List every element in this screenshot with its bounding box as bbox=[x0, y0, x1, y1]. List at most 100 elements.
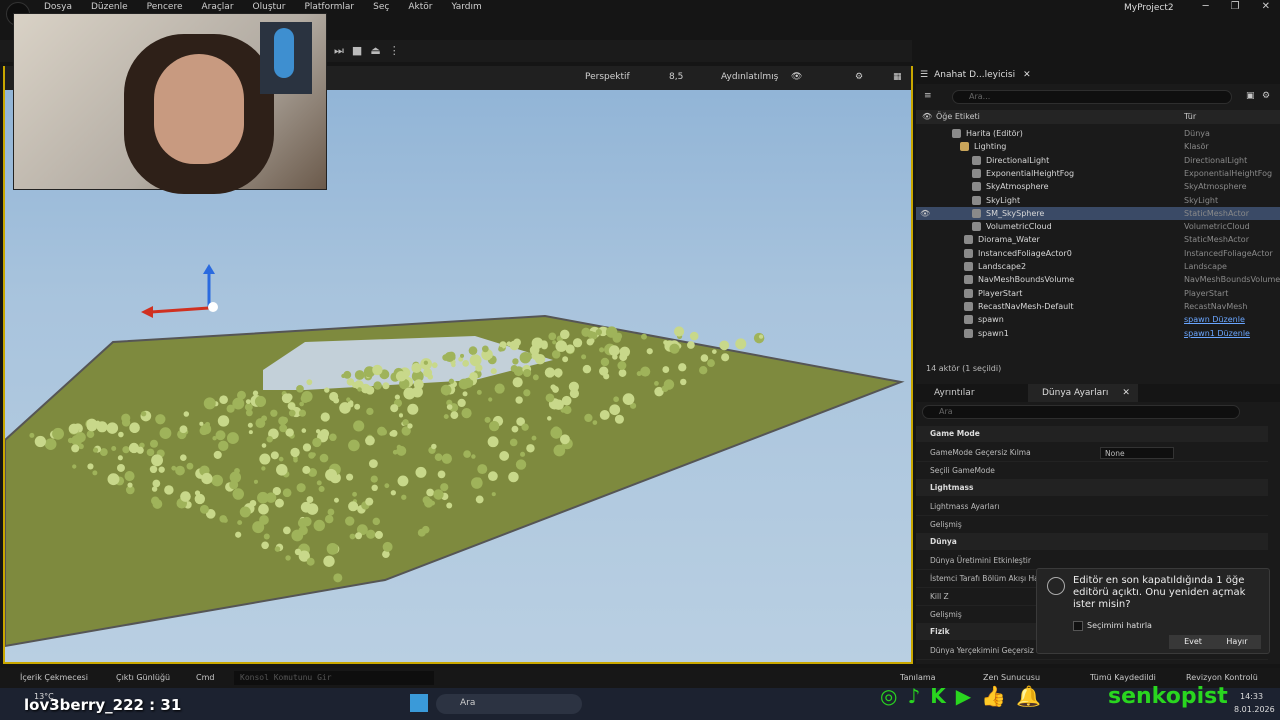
menu-item[interactable]: Araçlar bbox=[201, 2, 233, 12]
clock-time[interactable]: 14:33 bbox=[1240, 692, 1263, 701]
outliner-row-name: VolumetricCloud bbox=[986, 222, 1052, 232]
zen-server-button[interactable]: Zen Sunucusu bbox=[983, 673, 1040, 682]
settings-icon[interactable]: ⚙ bbox=[1262, 91, 1270, 101]
outliner-row[interactable]: SkyLight SkyLight bbox=[916, 194, 1280, 207]
tree bbox=[552, 340, 557, 345]
menu-item[interactable]: Yardım bbox=[451, 2, 481, 12]
details-property[interactable]: GameMode Geçersiz Kılma None bbox=[916, 444, 1268, 462]
tree bbox=[261, 541, 269, 550]
cmd-dropdown[interactable]: Cmd bbox=[196, 673, 214, 682]
outliner-row[interactable]: InstancedFoliageActor0 InstancedFoliageAc… bbox=[916, 247, 1280, 260]
tree bbox=[306, 379, 313, 386]
outliner-row[interactable]: Harita (Editör) Dünya bbox=[916, 127, 1280, 140]
menu-item[interactable]: Seç bbox=[373, 2, 389, 12]
remember-checkbox[interactable] bbox=[1073, 621, 1083, 631]
tree bbox=[519, 351, 532, 364]
revision-control-button[interactable]: Revizyon Kontrolü bbox=[1186, 673, 1258, 682]
outliner-row-type[interactable]: spawn Düzenle bbox=[1184, 313, 1245, 326]
outliner-row[interactable]: SM_SkySphere StaticMeshActor 👁 bbox=[916, 206, 1280, 220]
folder-add-icon[interactable]: ▣ bbox=[1246, 91, 1255, 101]
menu-item[interactable]: Düzenle bbox=[91, 2, 128, 12]
details-section[interactable]: Game Mode bbox=[916, 426, 1268, 442]
close-icon[interactable]: ✕ bbox=[1122, 388, 1130, 398]
outliner-row[interactable]: Lighting Klasör bbox=[916, 140, 1280, 153]
tree bbox=[219, 395, 228, 404]
step-icon[interactable]: ⏭ bbox=[334, 44, 344, 58]
outliner-row[interactable]: NavMeshBoundsVolume NavMeshBoundsVolume bbox=[916, 273, 1280, 286]
tree bbox=[68, 423, 80, 435]
filter-icon[interactable]: ≡ bbox=[924, 91, 932, 101]
yes-button[interactable]: Evet bbox=[1169, 635, 1217, 649]
tree bbox=[397, 475, 409, 487]
details-property[interactable]: Lightmass Ayarları bbox=[916, 498, 1268, 516]
col-type[interactable]: Tür bbox=[1184, 112, 1196, 121]
taskbar-search[interactable]: Ara bbox=[436, 694, 582, 714]
settings-icon[interactable]: ⚙ bbox=[855, 72, 863, 82]
menu-item[interactable]: Oluştur bbox=[253, 2, 286, 12]
close-icon[interactable]: ✕ bbox=[1023, 70, 1031, 80]
tree bbox=[491, 492, 496, 497]
actor-icon bbox=[964, 275, 973, 285]
outliner-row[interactable]: Landscape2 Landscape bbox=[916, 260, 1280, 273]
outliner-row[interactable]: spawn1 spawn1 Düzenle bbox=[916, 327, 1280, 340]
tree bbox=[146, 448, 155, 457]
gizmo-x-axis[interactable] bbox=[150, 306, 210, 314]
tab-world-settings[interactable]: Dünya Ayarları ✕ bbox=[1028, 384, 1138, 402]
show-icon[interactable]: 👁 bbox=[791, 72, 802, 82]
gizmo-center[interactable] bbox=[208, 302, 218, 312]
tree bbox=[403, 387, 416, 400]
outliner-row[interactable]: DirectionalLight DirectionalLight bbox=[916, 154, 1280, 167]
details-property[interactable]: Seçili GameMode bbox=[916, 462, 1268, 480]
tree bbox=[180, 454, 187, 461]
visibility-icon[interactable]: 👁 bbox=[920, 207, 930, 220]
outliner-tab[interactable]: ☰ Anahat D...leyicisi ✕ bbox=[916, 66, 1280, 84]
col-label[interactable]: Öğe Etiketi bbox=[936, 112, 980, 121]
clock-date[interactable]: 8.01.2026 bbox=[1234, 705, 1275, 714]
perspective-dropdown[interactable]: Perspektif bbox=[585, 72, 630, 82]
tree bbox=[87, 463, 94, 470]
details-section[interactable]: Dünya bbox=[916, 534, 1268, 550]
tree bbox=[258, 503, 269, 515]
gizmo-z-arrow bbox=[203, 264, 215, 274]
outliner-row[interactable]: SkyAtmosphere SkyAtmosphere bbox=[916, 180, 1280, 193]
outliner-row[interactable]: PlayerStart PlayerStart bbox=[916, 287, 1280, 300]
close-icon[interactable]: ✕ bbox=[1262, 1, 1270, 12]
outliner-row[interactable]: ExponentialHeightFog ExponentialHeightFog bbox=[916, 167, 1280, 180]
tree bbox=[274, 546, 281, 552]
menu-item[interactable]: Aktör bbox=[408, 2, 432, 12]
more-icon[interactable]: ⋮ bbox=[389, 44, 400, 58]
outliner-row[interactable]: Diorama_Water StaticMeshActor bbox=[916, 233, 1280, 246]
outliner-row[interactable]: RecastNavMesh-Default RecastNavMesh bbox=[916, 300, 1280, 313]
menu-item[interactable]: Platformlar bbox=[304, 2, 354, 12]
windows-start-icon[interactable] bbox=[410, 694, 428, 712]
minimize-icon[interactable]: ─ bbox=[1203, 1, 1209, 12]
details-section[interactable]: Lightmass bbox=[916, 480, 1268, 496]
save-all-status[interactable]: Tümü Kaydedildi bbox=[1090, 673, 1156, 682]
tree bbox=[299, 401, 304, 407]
view-mode-dropdown[interactable]: Aydınlatılmış bbox=[721, 72, 778, 82]
layout-icon[interactable]: ▦ bbox=[893, 72, 902, 82]
details-property[interactable]: Gelişmiş bbox=[916, 516, 1268, 534]
eject-icon[interactable]: ⏏ bbox=[370, 44, 380, 58]
content-drawer-button[interactable]: İçerik Çekmecesi bbox=[20, 673, 88, 682]
maximize-icon[interactable]: ❐ bbox=[1231, 1, 1240, 12]
tree bbox=[587, 330, 595, 339]
trace-button[interactable]: Tanılama bbox=[900, 673, 936, 682]
no-button[interactable]: Hayır bbox=[1213, 635, 1261, 649]
outliner-row[interactable]: spawn spawn Düzenle bbox=[916, 313, 1280, 326]
menu-item[interactable]: Dosya bbox=[44, 2, 72, 12]
stop-icon[interactable]: ■ bbox=[352, 44, 362, 58]
tree bbox=[325, 468, 338, 481]
outliner-search-input[interactable]: Ara... bbox=[952, 90, 1232, 104]
output-log-button[interactable]: Çıktı Günlüğü bbox=[116, 673, 170, 682]
outliner-row[interactable]: VolumetricCloud VolumetricCloud bbox=[916, 220, 1280, 233]
outliner-row-type[interactable]: spawn1 Düzenle bbox=[1184, 327, 1250, 340]
gamemode-select[interactable]: None bbox=[1100, 447, 1174, 459]
visibility-icon[interactable]: 👁 bbox=[922, 112, 932, 121]
details-search-input[interactable]: Ara bbox=[922, 405, 1240, 419]
tab-details[interactable]: Ayrıntılar bbox=[934, 388, 975, 398]
camera-speed[interactable]: 8,5 bbox=[669, 72, 683, 82]
console-input[interactable]: Konsol Komutunu Gir bbox=[234, 671, 434, 685]
outliner-row-name: spawn1 bbox=[978, 328, 1009, 338]
menu-item[interactable]: Pencere bbox=[147, 2, 183, 12]
